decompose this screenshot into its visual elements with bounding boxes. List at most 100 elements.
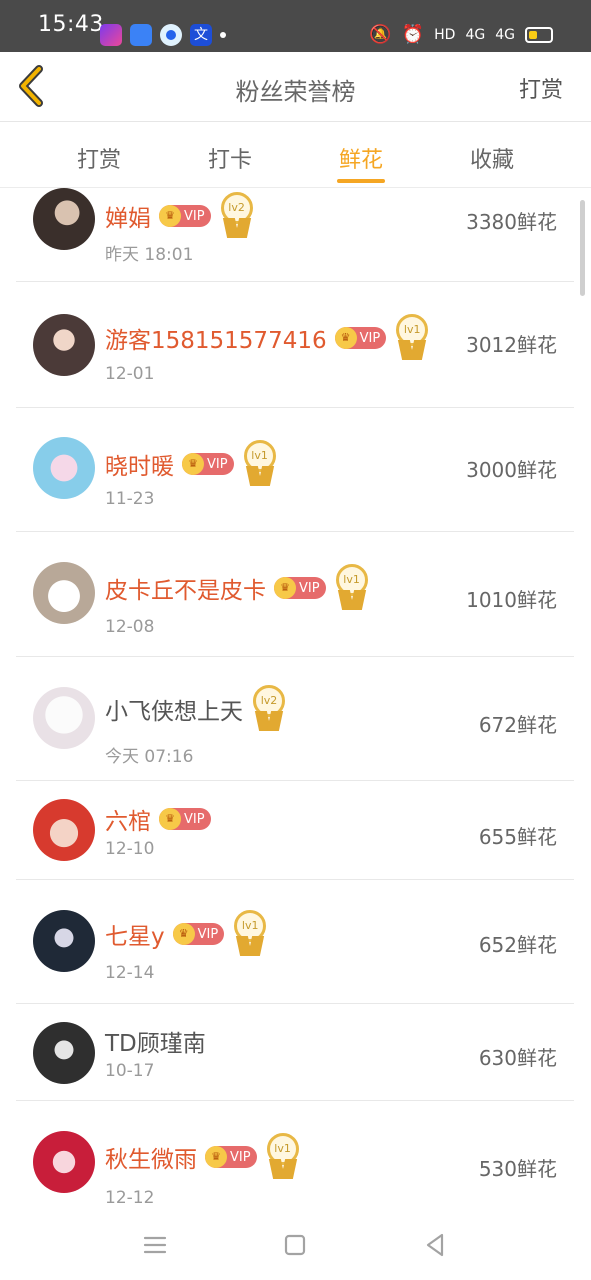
user-name[interactable]: 六棺	[105, 802, 151, 836]
tab-reward[interactable]: 打赏	[59, 142, 139, 174]
network-indicator-1: 4G	[465, 27, 486, 43]
name-line: 六棺 ♛ VIP	[105, 802, 211, 836]
user-name[interactable]: 秋生微雨	[105, 1140, 197, 1174]
name-line: 游客158151577416 ♛ VIP lv1	[105, 314, 430, 362]
vip-label: VIP	[184, 811, 205, 827]
avatar[interactable]	[33, 687, 95, 749]
contribution-date: 12-14	[105, 963, 155, 983]
flower-count: 655鲜花	[478, 825, 557, 849]
avatar[interactable]	[33, 1022, 95, 1084]
crown-icon: ♛	[172, 923, 195, 945]
list-item[interactable]: 六棺 ♛ VIP 12-10 655鲜花	[16, 781, 574, 880]
status-bar: 15:43 文 🔕 ⏰ HD 4G 4G	[0, 0, 591, 52]
browser-app-icon	[160, 24, 182, 46]
avatar[interactable]	[33, 188, 95, 250]
tab-flowers[interactable]: 鲜花	[321, 142, 401, 174]
home-icon[interactable]	[280, 1230, 310, 1260]
vip-label: VIP	[359, 330, 381, 346]
flower-count: 3380鲜花	[466, 210, 557, 234]
active-tab-indicator	[337, 179, 385, 183]
vip-label: VIP	[197, 926, 219, 942]
flower-count: 672鲜花	[478, 713, 557, 737]
list-item[interactable]: 晓时暖 ♛ VIP lv1 11-23 3000鲜花	[16, 408, 574, 532]
app-header: 粉丝荣誉榜 打赏	[0, 52, 591, 122]
user-name[interactable]: 皮卡丘不是皮卡	[105, 571, 266, 605]
list-item[interactable]: 皮卡丘不是皮卡 ♛ VIP lv1 12-08 1010鲜花	[16, 532, 574, 657]
name-line: TD顾瑾南	[105, 1024, 206, 1058]
vip-label: VIP	[299, 580, 320, 596]
level-medal-icon: lv2	[219, 192, 255, 240]
map-app-icon	[130, 24, 152, 46]
list-item[interactable]: TD顾瑾南 10-17 630鲜花	[16, 1004, 574, 1101]
list-item[interactable]: 七星y ♛ VIP lv1 12-14 652鲜花	[16, 880, 574, 1004]
name-line: 小飞侠想上天 lv2	[105, 685, 287, 733]
flower-count: 3012鲜花	[466, 333, 557, 357]
flower-count: 530鲜花	[478, 1157, 557, 1181]
user-name[interactable]: 婵娟	[105, 199, 151, 233]
avatar[interactable]	[33, 1131, 95, 1193]
vip-badge: ♛ VIP	[205, 1146, 257, 1168]
list-item[interactable]: 游客158151577416 ♛ VIP lv1 12-01 3012鲜花	[16, 282, 574, 408]
battery-icon	[525, 27, 553, 43]
status-notification-icons: 文	[100, 24, 226, 46]
avatar[interactable]	[33, 314, 95, 376]
list-item[interactable]: 小飞侠想上天 lv2 今天 07:16 672鲜花	[16, 657, 574, 781]
more-notifications-dot	[220, 32, 226, 38]
mute-icon: 🔕	[369, 24, 392, 45]
flower-count: 3000鲜花	[466, 458, 557, 482]
alarm-icon: ⏰	[401, 24, 425, 45]
avatar[interactable]	[33, 437, 95, 499]
user-name[interactable]: 游客158151577416	[105, 321, 327, 355]
vip-badge: ♛ VIP	[274, 577, 326, 599]
level-medal-icon: lv1	[334, 564, 370, 612]
contribution-date: 昨天 18:01	[105, 245, 194, 265]
level-medal-icon: lv1	[232, 910, 268, 958]
avatar[interactable]	[33, 799, 95, 861]
level-medal-icon: lv2	[251, 685, 287, 733]
contribution-date: 12-08	[105, 617, 155, 637]
crown-icon: ♛	[159, 808, 181, 830]
list-scrollbar[interactable]	[580, 200, 585, 296]
crown-icon: ♛	[334, 327, 357, 349]
list-item[interactable]: 婵娟 ♛ VIP lv2 昨天 18:01 3380鲜花	[16, 188, 574, 282]
user-name[interactable]: 七星y	[105, 917, 165, 951]
user-name[interactable]: 小飞侠想上天	[105, 692, 243, 726]
vip-label: VIP	[230, 1149, 251, 1165]
flower-count: 652鲜花	[478, 933, 557, 957]
contribution-date: 10-17	[105, 1061, 155, 1081]
vip-badge: ♛ VIP	[159, 808, 211, 830]
level-medal-icon: lv1	[394, 314, 430, 362]
flower-count: 630鲜花	[478, 1046, 557, 1070]
contribution-date: 11-23	[105, 489, 155, 509]
tab-bar: 打赏 打卡 鲜花 收藏	[0, 122, 591, 188]
vip-badge: ♛ VIP	[172, 923, 225, 945]
page-title: 粉丝荣誉榜	[235, 78, 356, 106]
name-line: 秋生微雨 ♛ VIP lv1	[105, 1133, 301, 1181]
vip-badge: ♛ VIP	[159, 205, 211, 227]
network-indicator-2: 4G	[495, 27, 515, 43]
avatar[interactable]	[33, 910, 95, 972]
back-icon[interactable]	[420, 1230, 450, 1260]
medal-ribbon	[248, 936, 265, 956]
name-line: 婵娟 ♛ VIP lv2	[105, 192, 255, 240]
tab-favorites[interactable]: 收藏	[452, 142, 532, 174]
vip-badge: ♛ VIP	[334, 327, 387, 349]
reward-button[interactable]: 打赏	[519, 72, 563, 104]
user-name[interactable]: 晓时暖	[105, 447, 174, 481]
menu-icon[interactable]	[140, 1230, 170, 1260]
user-name[interactable]: TD顾瑾南	[105, 1024, 206, 1058]
contribution-date: 今天 07:16	[105, 747, 194, 767]
list-item[interactable]: 秋生微雨 ♛ VIP lv1 12-12 530鲜花	[16, 1101, 574, 1210]
tab-checkin[interactable]: 打卡	[190, 142, 270, 174]
crown-icon: ♛	[159, 205, 181, 227]
name-line: 晓时暖 ♛ VIP lv1	[105, 440, 278, 488]
avatar[interactable]	[33, 562, 95, 624]
fan-ranking-list[interactable]: 婵娟 ♛ VIP lv2 昨天 18:01 3380鲜花 游客1581515774…	[16, 188, 574, 1210]
medal-ribbon	[266, 711, 284, 731]
contribution-date: 12-12	[105, 1188, 155, 1208]
name-line: 七星y ♛ VIP lv1	[105, 910, 268, 958]
system-navigation-bar	[0, 1210, 591, 1280]
hd-indicator: HD	[434, 27, 456, 43]
vip-label: VIP	[207, 456, 228, 472]
crown-icon: ♛	[205, 1146, 227, 1168]
